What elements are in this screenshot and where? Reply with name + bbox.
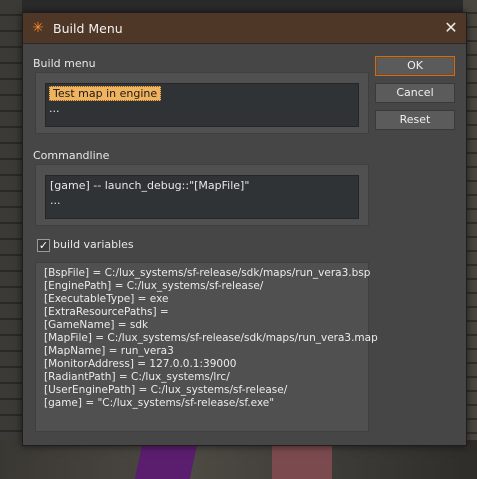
variable-line: [ExtraResourcePaths] =	[44, 306, 169, 318]
title-bar[interactable]: ✳ Build Menu ✕	[23, 13, 466, 44]
build-menu-dialog: ✳ Build Menu ✕ Build menu Test map in en…	[22, 12, 467, 446]
asterisk-icon: ✳	[32, 20, 44, 36]
commandline-label: Commandline	[33, 149, 110, 162]
variable-line: [MonitorAddress] = 127.0.0.1:39000	[44, 358, 237, 370]
cancel-button[interactable]: Cancel	[375, 83, 455, 103]
variable-line: [RadiantPath] = C:/lux_systems/lrc/	[44, 371, 230, 383]
reset-button[interactable]: Reset	[375, 110, 455, 130]
build-menu-item[interactable]: Test map in engine	[46, 84, 358, 101]
close-icon: ✕	[444, 18, 458, 37]
build-variables-panel: [BspFile] = C:/lux_systems/sf-release/sd…	[35, 262, 378, 432]
variable-line: [UserEnginePath] = C:/lux_systems/sf-rel…	[44, 384, 288, 396]
variable-line: [ExecutableType] = exe	[44, 293, 169, 305]
commandline-line: ...	[50, 194, 61, 207]
variable-line: [game] = "C:/lux_systems/sf-release/sf.e…	[44, 397, 275, 409]
build-variables-list: [BspFile] = C:/lux_systems/sf-release/sd…	[44, 267, 378, 410]
build-menu-item[interactable]: ...	[46, 101, 358, 116]
build-variables-checkbox[interactable]: ✓	[37, 239, 50, 252]
variable-line: [MapName] = run_vera3	[44, 345, 174, 357]
build-menu-label: Build menu	[33, 57, 96, 70]
commandline-panel: [game] -- launch_debug::"[MapFile]" ...	[35, 164, 369, 226]
build-variables-label[interactable]: build variables	[53, 238, 134, 251]
variable-line: [MapFile] = C:/lux_systems/sf-release/sd…	[44, 332, 378, 344]
variable-line: [BspFile] = C:/lux_systems/sf-release/sd…	[44, 267, 371, 279]
checkmark-icon: ✓	[38, 239, 49, 252]
window-title: Build Menu	[53, 20, 123, 36]
build-menu-panel: Test map in engine ...	[35, 72, 369, 134]
close-button[interactable]: ✕	[436, 13, 466, 43]
variable-line: [EnginePath] = C:/lux_systems/sf-release…	[44, 280, 264, 292]
ok-button[interactable]: OK	[375, 56, 455, 76]
build-menu-list[interactable]: Test map in engine ...	[45, 83, 359, 127]
build-menu-item-selected[interactable]: Test map in engine	[49, 86, 162, 101]
variable-line: [GameName] = sdk	[44, 319, 149, 331]
commandline-line: [game] -- launch_debug::"[MapFile]"	[50, 179, 250, 192]
background-pink-block	[272, 445, 332, 479]
background-wall-left	[0, 0, 22, 479]
commandline-editor[interactable]: [game] -- launch_debug::"[MapFile]" ...	[45, 175, 359, 219]
